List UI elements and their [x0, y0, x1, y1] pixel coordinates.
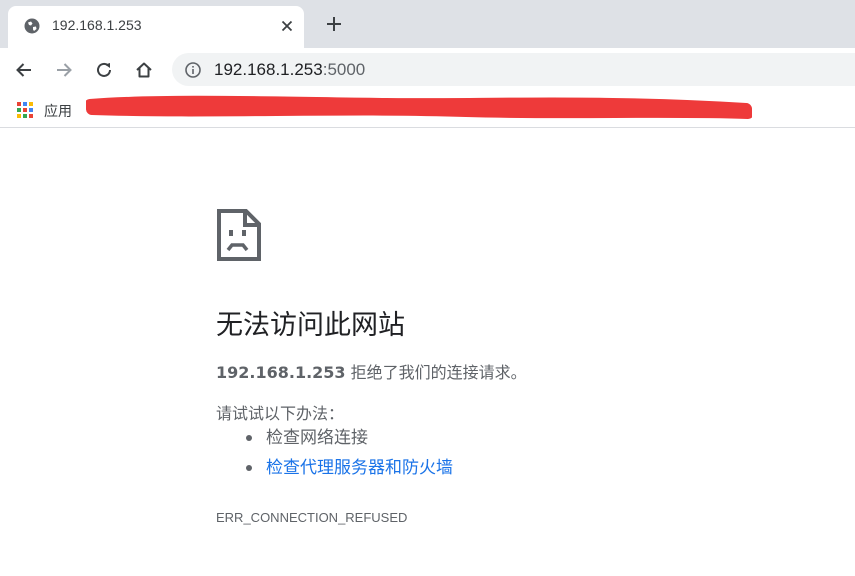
sad-page-icon: [217, 209, 261, 261]
info-icon[interactable]: [184, 61, 202, 79]
error-description: 192.168.1.253 拒绝了我们的连接请求。: [216, 359, 527, 383]
reload-icon: [97, 62, 111, 77]
redaction-scribble: [86, 95, 752, 119]
browser-toolbar: 192.168.1.253:5000: [0, 48, 855, 92]
bookmarks-bar: 应用: [0, 92, 855, 128]
back-button[interactable]: [10, 56, 38, 84]
arrow-right-icon: [57, 63, 72, 77]
error-page: 无法访问此网站 192.168.1.253 拒绝了我们的连接请求。 请试试以下办…: [0, 129, 855, 576]
new-tab-button[interactable]: [322, 12, 346, 36]
address-bar[interactable]: 192.168.1.253:5000: [172, 53, 855, 86]
home-icon: [136, 62, 152, 78]
url-port: :5000: [322, 60, 366, 79]
tab-close-button[interactable]: [276, 15, 298, 37]
home-button[interactable]: [130, 56, 158, 84]
error-host: 192.168.1.253: [216, 363, 346, 382]
tab-title: 192.168.1.253: [52, 17, 142, 33]
active-tab[interactable]: 192.168.1.253: [8, 6, 304, 48]
suggestion-check-proxy-link[interactable]: 检查代理服务器和防火墙: [246, 456, 453, 486]
tab-strip: 192.168.1.253: [0, 0, 855, 48]
try-label: 请试试以下办法：: [216, 404, 345, 423]
globe-icon: [24, 18, 40, 34]
error-message: 拒绝了我们的连接请求。: [345, 363, 527, 382]
apps-label[interactable]: 应用: [44, 101, 72, 121]
close-icon: [281, 20, 293, 32]
error-title: 无法访问此网站: [216, 310, 405, 341]
reload-button[interactable]: [90, 56, 118, 84]
plus-icon: [327, 17, 341, 31]
suggestion-list: 检查网络连接 检查代理服务器和防火墙: [246, 426, 453, 486]
url-host: 192.168.1.253: [214, 60, 323, 79]
url-text[interactable]: 192.168.1.253:5000: [214, 60, 365, 80]
forward-button[interactable]: [50, 56, 78, 84]
apps-grid-icon[interactable]: [17, 102, 33, 118]
arrow-left-icon: [16, 63, 31, 77]
error-code: ERR_CONNECTION_REFUSED: [216, 510, 408, 525]
suggestion-check-network: 检查网络连接: [246, 426, 453, 456]
